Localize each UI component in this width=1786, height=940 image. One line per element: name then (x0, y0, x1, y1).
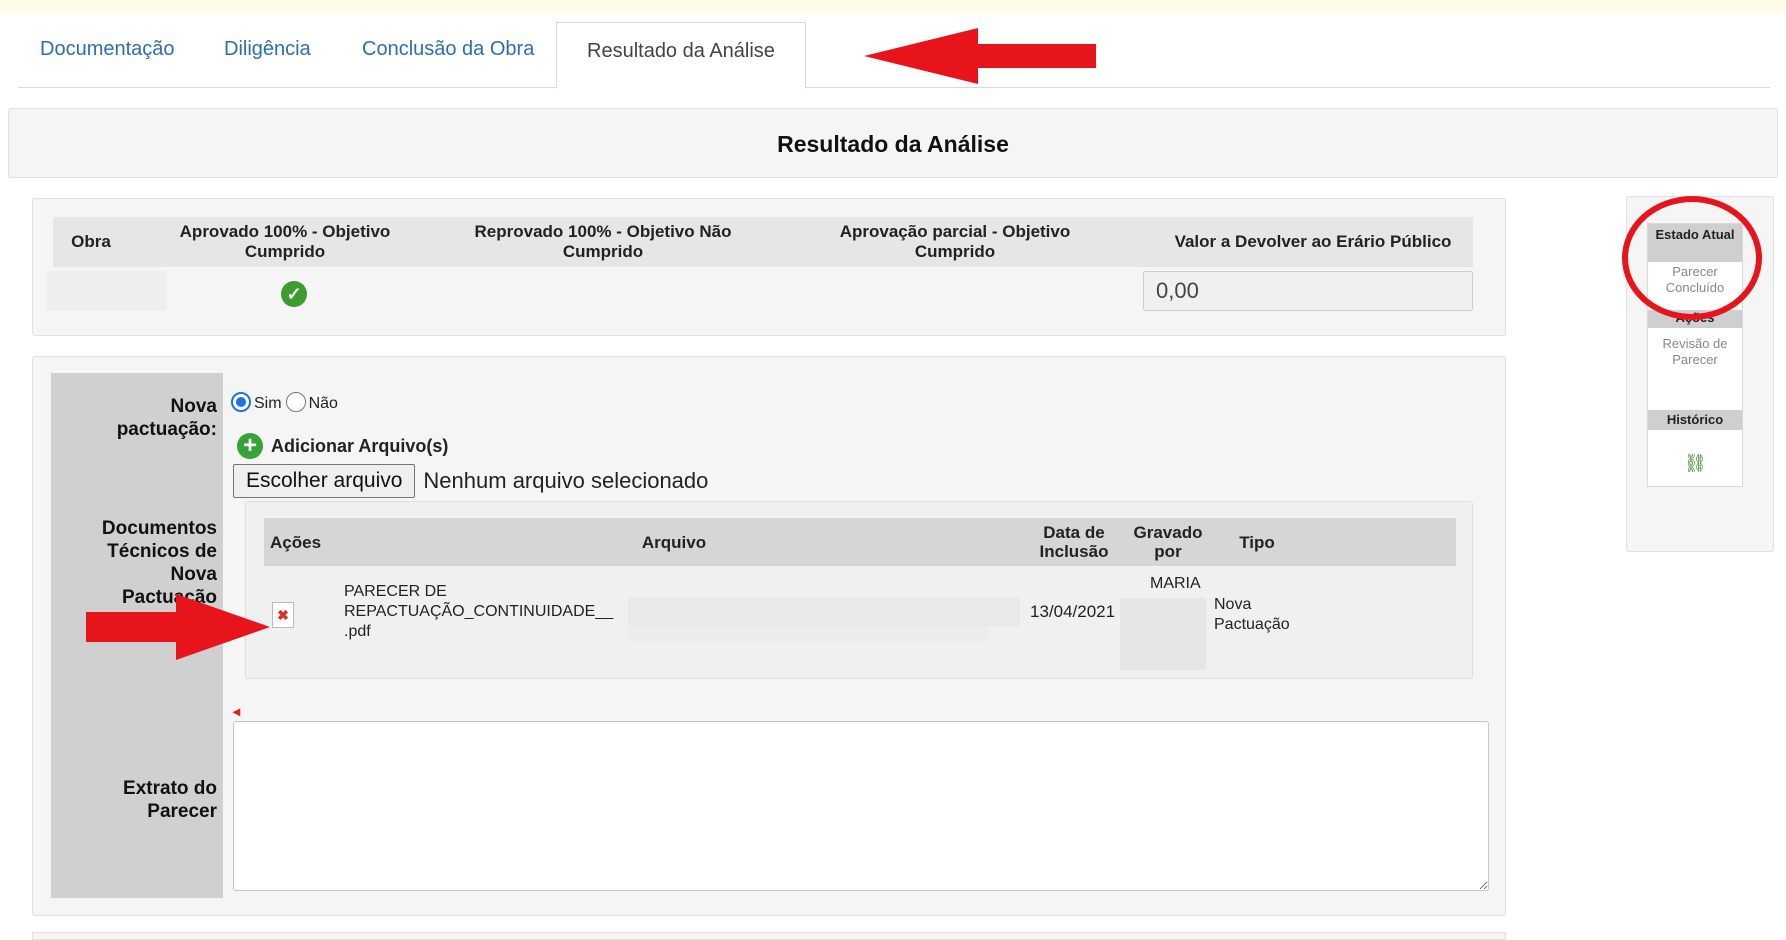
radio-sim[interactable] (231, 392, 251, 412)
col-gravado-por: Gravado por (1133, 523, 1203, 561)
document-type: Nova Pactuação (1214, 596, 1290, 633)
col-acoes: Ações (270, 532, 322, 552)
pdf-file-icon[interactable]: ✖ (272, 602, 294, 628)
valor-devolver-field[interactable]: 0,00 (1143, 271, 1473, 311)
history-tree-icon[interactable]: ⛓ (1684, 452, 1707, 474)
col-tipo: Tipo (1239, 532, 1275, 552)
filename-redacted-2 (628, 626, 988, 642)
header-valor: Valor a Devolver ao Erário Público (1174, 232, 1452, 251)
nova-pactuacao-label: Nova pactuação: (116, 396, 217, 440)
documents-table-header: Ações Arquivo Data de Inclusão Gravado p… (264, 518, 1456, 566)
next-panel-edge (32, 932, 1506, 940)
result-table-header: Obra Aprovado 100% - Objetivo Cumprido R… (53, 217, 1473, 267)
document-date: 13/04/2021 (1030, 602, 1116, 621)
documents-table: Ações Arquivo Data de Inclusão Gravado p… (245, 501, 1473, 679)
extrato-label: Extrato do Parecer (123, 778, 217, 822)
file-picker: Escolher arquivo Nenhum arquivo selecion… (233, 464, 708, 498)
choose-file-button[interactable]: Escolher arquivo (233, 464, 416, 498)
document-user: MARIA (1150, 575, 1201, 592)
add-files-link[interactable]: + Adicionar Arquivo(s) (237, 433, 448, 459)
col-arquivo: Arquivo (641, 532, 707, 552)
user-redacted (1120, 598, 1206, 670)
header-aprovado: Aprovado 100% - Objetivo Cumprido (179, 222, 391, 261)
header-reprovado: Reprovado 100% - Objetivo Não Cumprido (474, 222, 732, 261)
col-data-inclusao: Data de Inclusão (1039, 523, 1109, 561)
document-filename[interactable]: PARECER DE REPACTUAÇÃO_CONTINUIDADE__ .p… (344, 582, 634, 642)
radio-sim-label: Sim (254, 395, 282, 412)
tab-documentacao[interactable]: Documentação (40, 32, 175, 88)
annotation-arrow-right-icon (86, 594, 270, 660)
obra-value-redacted (47, 271, 167, 311)
add-files-label: Adicionar Arquivo(s) (271, 435, 449, 456)
required-marker-icon: ◂ (233, 703, 241, 719)
plus-circle-icon: + (237, 433, 263, 459)
tab-diligencia[interactable]: Diligência (224, 32, 311, 88)
top-strip (0, 0, 1786, 12)
section-title: Resultado da Análise (8, 108, 1778, 178)
historico-header: Histórico (1648, 410, 1742, 430)
annotation-circle (1622, 196, 1762, 320)
extrato-textarea[interactable] (233, 721, 1489, 891)
tab-resultado-analise[interactable]: Resultado da Análise (556, 22, 806, 89)
nova-pactuacao-radio-group: Sim Não (231, 391, 342, 413)
revisao-parecer-action[interactable]: Revisão de Parecer (1648, 336, 1742, 368)
tab-conclusao-obra[interactable]: Conclusão da Obra (362, 32, 534, 88)
radio-nao[interactable] (285, 392, 306, 412)
header-obra: Obra (71, 232, 111, 251)
filename-redacted (628, 598, 1020, 626)
annotation-arrow-left-icon (864, 28, 1096, 84)
header-parcial: Aprovação parcial - Objetivo Cumprido (839, 222, 1071, 261)
radio-nao-label: Não (308, 395, 338, 412)
check-icon: ✓ (281, 281, 307, 307)
result-panel: Obra Aprovado 100% - Objetivo Cumprido R… (32, 198, 1506, 336)
no-file-text: Nenhum arquivo selecionado (423, 468, 709, 493)
